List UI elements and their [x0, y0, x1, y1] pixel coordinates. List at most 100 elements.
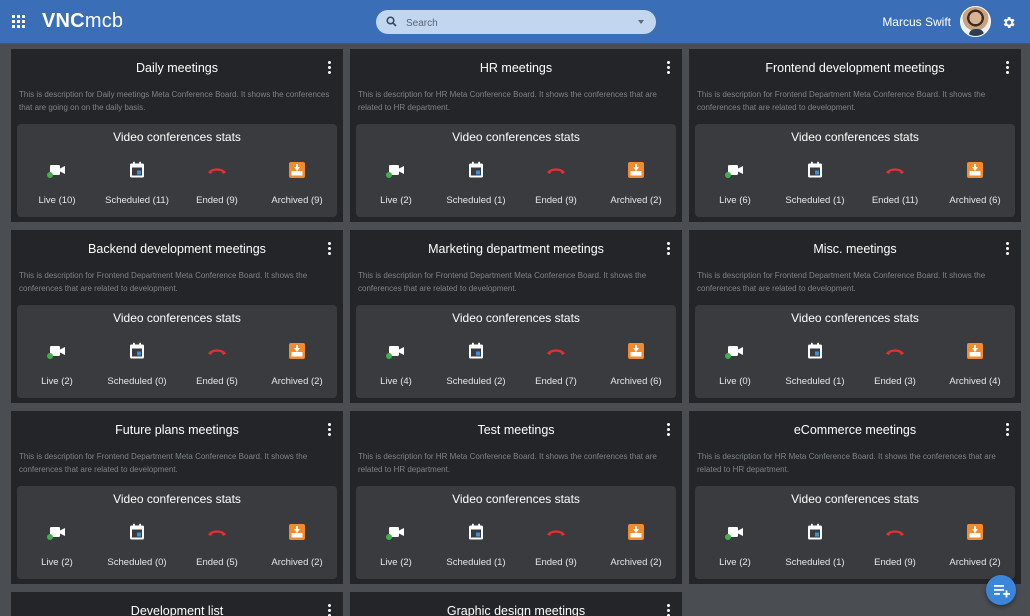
ended-conferences-stat[interactable]: Ended (9): [855, 518, 935, 576]
more-vert-icon[interactable]: [664, 60, 672, 74]
live-conferences-stat[interactable]: Live (2): [17, 518, 97, 576]
more-vert-icon[interactable]: [664, 241, 672, 255]
call-end-icon: [884, 161, 906, 179]
live-conferences-stat[interactable]: Live (2): [356, 156, 436, 214]
live-conferences-stat[interactable]: Live (2): [17, 337, 97, 395]
board-card[interactable]: eCommerce meetings This is description fo…: [689, 411, 1021, 584]
board-card[interactable]: Backend development meetings This is desc…: [11, 230, 343, 403]
board-card[interactable]: Daily meetings This is description for Da…: [11, 49, 343, 222]
live-conferences-stat[interactable]: Live (10): [17, 156, 97, 214]
video-camera-icon: [724, 342, 746, 360]
live-conferences-stat[interactable]: Live (4): [356, 337, 436, 395]
stat-label: Ended (7): [535, 376, 577, 387]
stat-label: Scheduled (11): [105, 195, 169, 206]
archive-icon: [286, 161, 308, 179]
board-card[interactable]: HR meetings This is description for HR Me…: [350, 49, 682, 222]
scheduled-conferences-stat[interactable]: Scheduled (1): [775, 156, 855, 214]
ended-conferences-stat[interactable]: Ended (7): [516, 337, 596, 395]
archived-conferences-stat[interactable]: Archived (6): [596, 337, 676, 395]
live-conferences-stat[interactable]: Live (0): [695, 337, 775, 395]
board-title: Backend development meetings: [88, 242, 266, 256]
add-playlist-icon: [994, 585, 1010, 598]
apps-grid-icon[interactable]: [12, 15, 26, 29]
live-conferences-stat[interactable]: Live (2): [356, 518, 436, 576]
stats-panel: Video conferences stats Live (2) Scheduled…: [356, 124, 676, 217]
board-card[interactable]: Test meetings This is description for HR …: [350, 411, 682, 584]
stat-label: Live (2): [380, 195, 412, 206]
ended-conferences-stat[interactable]: Ended (11): [855, 156, 935, 214]
archived-conferences-stat[interactable]: Archived (2): [257, 518, 337, 576]
scheduled-conferences-stat[interactable]: Scheduled (11): [97, 156, 177, 214]
more-vert-icon[interactable]: [325, 422, 333, 436]
stats-title: Video conferences stats: [452, 492, 580, 506]
gear-icon[interactable]: [1001, 15, 1016, 30]
more-vert-icon[interactable]: [325, 241, 333, 255]
ended-conferences-stat[interactable]: Ended (9): [177, 156, 257, 214]
stats-panel: Video conferences stats Live (10) Schedule…: [17, 124, 337, 217]
video-camera-icon: [46, 523, 68, 541]
search-bar[interactable]: [376, 10, 656, 34]
board-card[interactable]: Misc. meetings This is description for Fr…: [689, 230, 1021, 403]
stats-panel: Video conferences stats Live (2) Scheduled…: [356, 486, 676, 579]
board-card[interactable]: Development list: [11, 592, 343, 616]
board-card[interactable]: Frontend development meetings This is des…: [689, 49, 1021, 222]
app-logo[interactable]: VNCmcb: [42, 10, 123, 33]
calendar-icon: [804, 161, 826, 179]
more-vert-icon[interactable]: [1003, 422, 1011, 436]
board-description: This is description for Daily meetings M…: [19, 90, 330, 112]
live-conferences-stat[interactable]: Live (6): [695, 156, 775, 214]
archived-conferences-stat[interactable]: Archived (2): [596, 518, 676, 576]
live-conferences-stat[interactable]: Live (2): [695, 518, 775, 576]
scheduled-conferences-stat[interactable]: Scheduled (0): [97, 518, 177, 576]
stat-label: Ended (3): [874, 376, 916, 387]
more-vert-icon[interactable]: [325, 60, 333, 74]
calendar-icon: [126, 161, 148, 179]
stat-label: Scheduled (1): [785, 195, 845, 206]
scheduled-conferences-stat[interactable]: Scheduled (1): [775, 518, 855, 576]
user-avatar[interactable]: [960, 6, 991, 37]
archived-conferences-stat[interactable]: Archived (2): [596, 156, 676, 214]
ended-conferences-stat[interactable]: Ended (9): [516, 518, 596, 576]
stat-label: Ended (9): [874, 557, 916, 568]
archived-conferences-stat[interactable]: Archived (2): [935, 518, 1015, 576]
ended-conferences-stat[interactable]: Ended (3): [855, 337, 935, 395]
ended-conferences-stat[interactable]: Ended (5): [177, 337, 257, 395]
board-description: This is description for HR Meta Conferen…: [697, 452, 996, 474]
video-camera-icon: [385, 342, 407, 360]
stat-label: Ended (9): [535, 195, 577, 206]
more-vert-icon[interactable]: [325, 603, 333, 616]
user-name[interactable]: Marcus Swift: [855, 15, 951, 29]
archived-conferences-stat[interactable]: Archived (9): [257, 156, 337, 214]
scheduled-conferences-stat[interactable]: Scheduled (2): [436, 337, 516, 395]
archived-conferences-stat[interactable]: Archived (2): [257, 337, 337, 395]
ended-conferences-stat[interactable]: Ended (9): [516, 156, 596, 214]
add-board-fab[interactable]: [986, 575, 1016, 605]
stat-label: Ended (11): [871, 195, 919, 206]
more-vert-icon[interactable]: [664, 603, 672, 616]
search-input[interactable]: [404, 13, 628, 33]
stat-label: Scheduled (1): [785, 376, 845, 387]
more-vert-icon[interactable]: [1003, 241, 1011, 255]
stat-label: Archived (2): [271, 376, 323, 387]
archived-conferences-stat[interactable]: Archived (6): [935, 156, 1015, 214]
scheduled-conferences-stat[interactable]: Scheduled (1): [436, 518, 516, 576]
scheduled-conferences-stat[interactable]: Scheduled (0): [97, 337, 177, 395]
board-title: Graphic design meetings: [446, 604, 586, 616]
archived-conferences-stat[interactable]: Archived (4): [935, 337, 1015, 395]
scheduled-conferences-stat[interactable]: Scheduled (1): [436, 156, 516, 214]
board-card[interactable]: Graphic design meetings: [350, 592, 682, 616]
stat-label: Live (10): [38, 195, 76, 206]
calendar-icon: [465, 342, 487, 360]
more-vert-icon[interactable]: [664, 422, 672, 436]
search-dropdown-caret-icon[interactable]: [638, 20, 644, 24]
search-icon: [386, 16, 397, 27]
board-card[interactable]: Marketing department meetings This is des…: [350, 230, 682, 403]
board-card[interactable]: Future plans meetings This is description…: [11, 411, 343, 584]
stat-label: Scheduled (0): [107, 376, 167, 387]
ended-conferences-stat[interactable]: Ended (5): [177, 518, 257, 576]
stat-label: Live (6): [719, 195, 751, 206]
more-vert-icon[interactable]: [1003, 60, 1011, 74]
scheduled-conferences-stat[interactable]: Scheduled (1): [775, 337, 855, 395]
stats-title: Video conferences stats: [791, 492, 919, 506]
stat-label: Archived (2): [271, 557, 323, 568]
